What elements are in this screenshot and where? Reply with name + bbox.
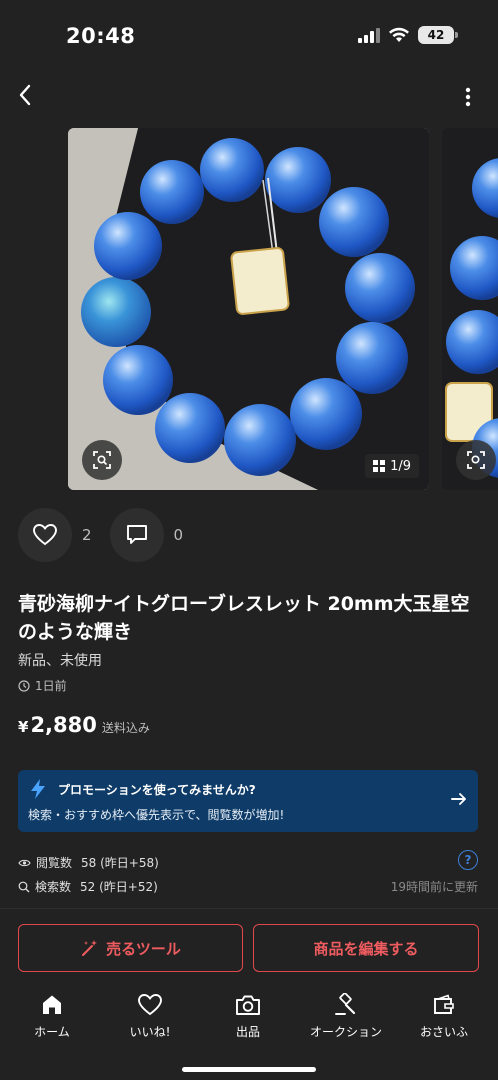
tab-home-label: ホーム xyxy=(34,1025,70,1039)
next-photo-preview[interactable] xyxy=(442,128,498,490)
status-bar: 20:48 42 xyxy=(0,0,498,70)
home-icon xyxy=(43,995,61,1014)
image-counter: 1/9 xyxy=(365,454,419,478)
eye-icon xyxy=(18,859,31,866)
search-label: 検索数 xyxy=(35,880,72,894)
heart-icon xyxy=(138,994,162,1016)
search-icon xyxy=(18,881,30,892)
image-search-icon xyxy=(93,451,111,469)
battery-indicator: 42 xyxy=(418,26,458,44)
lightning-icon xyxy=(31,779,45,799)
bottom-sheet: 売るツール 商品を編集する ホーム いいね! 出品 オークション おさいふ xyxy=(0,908,498,1080)
nav-row xyxy=(0,80,498,112)
image-gallery[interactable]: 1/9 xyxy=(0,128,498,490)
tab-home[interactable]: ホーム xyxy=(4,993,100,1040)
bracelet-photo xyxy=(68,128,429,490)
camera-icon xyxy=(236,995,260,1015)
search-stat: 検索数 52 (昨日+52) xyxy=(18,878,158,895)
tab-likes-label: いいね! xyxy=(129,1025,171,1039)
tab-wallet[interactable]: おさいふ xyxy=(396,993,492,1040)
reaction-bar: 2 0 xyxy=(18,508,183,562)
currency-symbol: ¥ xyxy=(18,718,29,736)
like-count: 2 xyxy=(82,526,92,544)
heart-icon xyxy=(33,524,57,546)
arrow-right-icon xyxy=(451,793,466,805)
tab-wallet-label: おさいふ xyxy=(419,1025,468,1039)
promotion-title: プロモーションを使ってみませんか? xyxy=(58,783,256,797)
status-icons: 42 xyxy=(358,26,458,44)
item-condition: 新品、未使用 xyxy=(18,653,102,669)
clock-icon xyxy=(18,679,30,692)
bracelet-photo-2 xyxy=(442,128,498,490)
edit-item-label: 商品を編集する xyxy=(313,939,419,958)
wifi-icon xyxy=(389,27,409,42)
price-value: 2,880 xyxy=(30,713,97,737)
comment-count: 0 xyxy=(173,526,184,544)
posted-time-text: 1日前 xyxy=(35,679,67,693)
zoom-button[interactable] xyxy=(82,440,122,480)
status-time: 20:48 xyxy=(66,24,136,48)
shipping-label: 送料込み xyxy=(101,721,150,735)
product-photo[interactable]: 1/9 xyxy=(68,128,429,490)
back-button[interactable] xyxy=(10,80,40,110)
tab-sell-label: 出品 xyxy=(235,1025,260,1039)
price-row: ¥ 2,880 送料込み xyxy=(18,713,150,737)
updated-time: 19時間前に更新 xyxy=(390,880,478,894)
views-stat: 閲覧数 58 (昨日+58) xyxy=(18,854,159,871)
search-value: 52 (昨日+52) xyxy=(80,880,158,894)
tab-auction[interactable]: オークション xyxy=(298,993,394,1040)
magic-wand-icon xyxy=(82,940,98,956)
edit-item-button[interactable]: 商品を編集する xyxy=(253,924,479,972)
gavel-icon xyxy=(335,993,356,1015)
more-options-button[interactable] xyxy=(456,82,480,112)
sell-tool-label: 売るツール xyxy=(106,939,181,958)
promotion-banner[interactable]: プロモーションを使ってみませんか? 検索・おすすめ枠へ優先表示で、閲覧数が増加! xyxy=(18,770,478,832)
tab-sell[interactable]: 出品 xyxy=(200,993,296,1040)
views-label: 閲覧数 xyxy=(36,856,73,870)
tab-likes[interactable]: いいね! xyxy=(102,993,198,1040)
zoom-button-2[interactable] xyxy=(456,440,496,480)
comment-button[interactable] xyxy=(109,508,164,562)
chevron-left-icon xyxy=(19,84,31,106)
image-search-icon xyxy=(467,451,485,469)
comment-icon xyxy=(126,525,147,544)
posted-time: 1日前 xyxy=(18,677,67,694)
grid-icon xyxy=(373,460,386,472)
image-counter-text: 1/9 xyxy=(390,458,411,474)
tab-bar: ホーム いいね! 出品 オークション おさいふ xyxy=(0,987,498,1047)
wallet-icon xyxy=(434,994,454,1014)
tab-auction-label: オークション xyxy=(309,1025,382,1039)
sell-tool-button[interactable]: 売るツール xyxy=(18,924,243,972)
signal-icon xyxy=(358,27,380,43)
promotion-description: 検索・おすすめ枠へ優先表示で、閲覧数が増加! xyxy=(28,808,285,822)
like-button[interactable] xyxy=(18,508,72,562)
item-title: 青砂海柳ナイトグローブレスレット 20mm大玉星空のような輝き xyxy=(18,593,470,643)
more-vertical-icon xyxy=(465,87,471,107)
home-indicator xyxy=(182,1067,316,1072)
help-icon[interactable]: ? xyxy=(458,850,478,870)
views-value: 58 (昨日+58) xyxy=(81,856,159,870)
